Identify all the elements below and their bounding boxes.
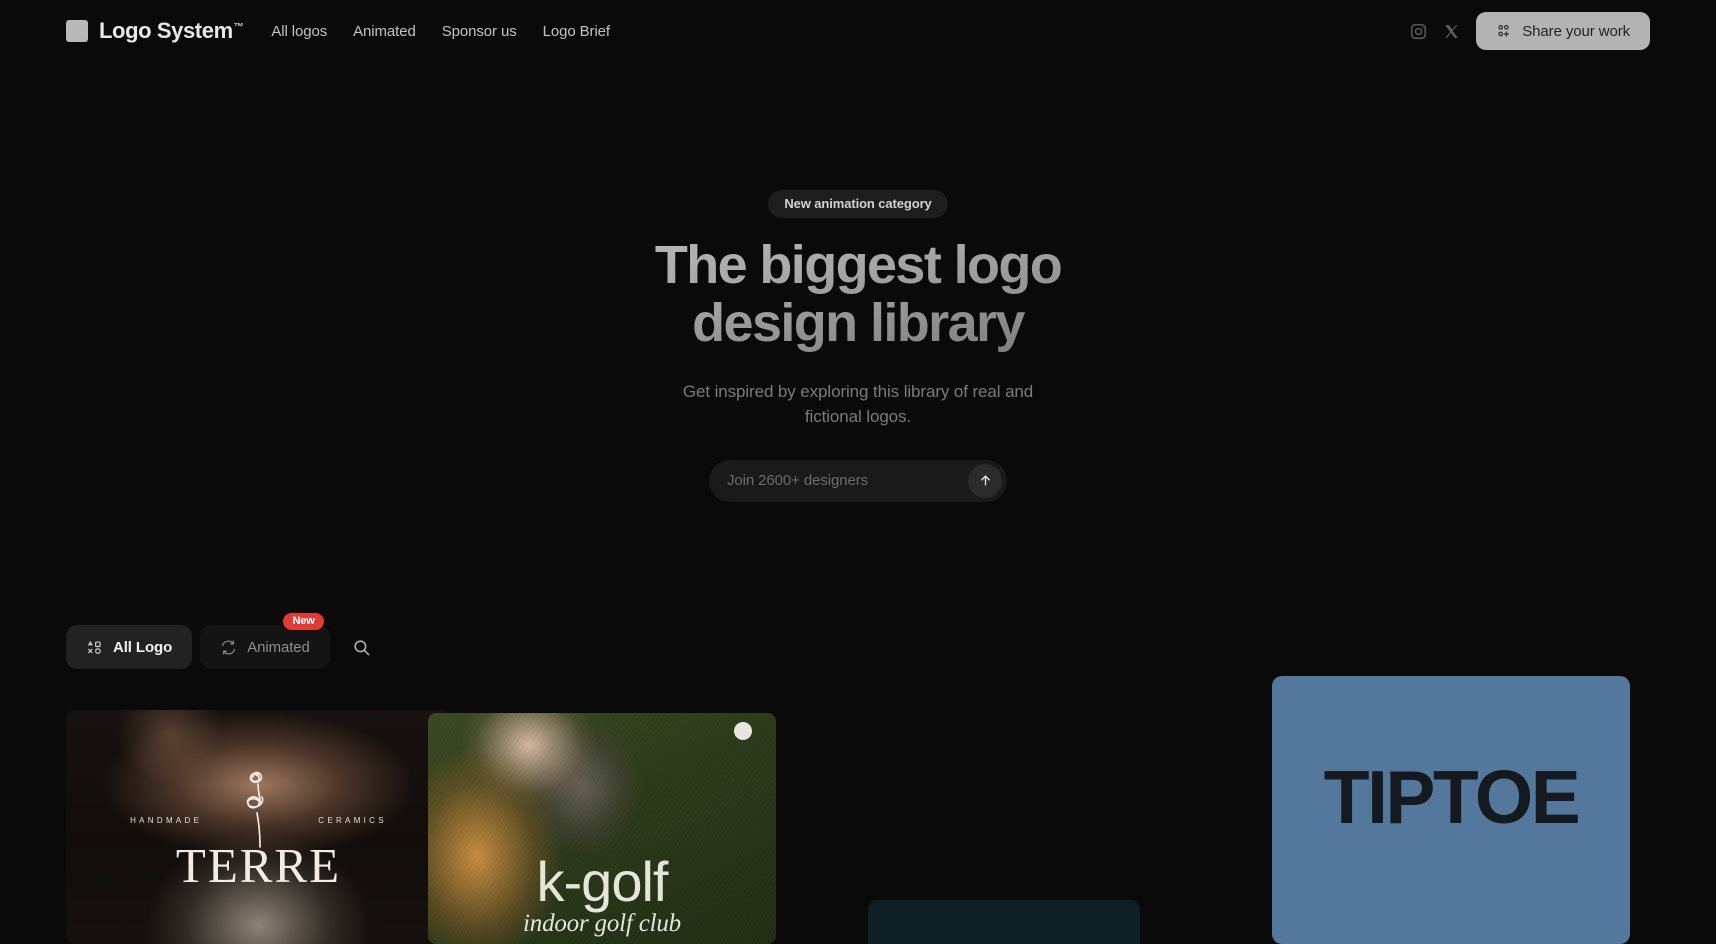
site-header: Logo System™ All logos Animated Sponsor …	[0, 0, 1716, 62]
subtitle-line-2: fictional logos.	[804, 407, 912, 427]
logo-card-kgolf[interactable]: k-golf indoor golf club	[428, 713, 776, 944]
page-root: Logo System™ All logos Animated Sponsor …	[0, 0, 1716, 944]
trademark-symbol: ™	[233, 21, 244, 33]
nav-item-logo-brief[interactable]: Logo Brief	[543, 23, 610, 40]
refresh-cycle-icon	[222, 639, 236, 655]
headline-line-2: design library	[692, 293, 1024, 354]
tiptoe-wordmark: TIPTOE	[1323, 755, 1581, 839]
share-button-label: Share your work	[1522, 22, 1630, 40]
search-icon	[354, 639, 370, 655]
logo-gallery: HANDMADE CERAMICS TERRE k-golf indoor go…	[0, 676, 1716, 944]
square-logo-mark-icon	[66, 20, 88, 42]
terre-tagline-right: CERAMICS	[318, 816, 387, 825]
logo-card-tiptoe[interactable]: TIPTOE	[1272, 676, 1630, 944]
nav-item-all-logos[interactable]: All logos	[271, 23, 327, 40]
kgolf-tagline: indoor golf club	[523, 910, 681, 937]
arrow-up-icon	[980, 475, 990, 486]
nav-item-sponsor-us[interactable]: Sponsor us	[442, 23, 517, 40]
terre-tagline: HANDMADE CERAMICS	[130, 816, 387, 825]
terre-tagline-left: HANDMADE	[130, 816, 203, 825]
filter-bar: All Logo Animated New	[66, 613, 382, 669]
logo-card-terre[interactable]: HANDMADE CERAMICS TERRE	[66, 710, 451, 944]
hero-announcement-pill[interactable]: New animation category	[768, 190, 948, 218]
new-badge: New	[283, 613, 324, 630]
brand-name: Logo System™	[99, 18, 244, 44]
brand-logo[interactable]: Logo System™	[66, 18, 244, 44]
terre-logo-overlay: HANDMADE CERAMICS TERRE	[66, 710, 451, 944]
search-button[interactable]	[342, 627, 382, 667]
brand-name-text: Logo System	[99, 18, 233, 43]
newsletter-signup-form	[709, 459, 1007, 502]
primary-nav: All logos Animated Sponsor us Logo Brief	[271, 23, 610, 40]
filter-tab-animated[interactable]: Animated New	[200, 613, 330, 669]
hero-subtitle: Get inspired by exploring this library o…	[0, 379, 1716, 430]
headline-line-1: The biggest logo	[654, 235, 1062, 295]
filter-tab-all-logo-label: All Logo	[113, 638, 173, 656]
x-twitter-icon	[1445, 24, 1459, 38]
kgolf-wordmark: k-golf	[536, 849, 669, 913]
kgolf-logo-overlay: k-golf indoor golf club	[428, 849, 776, 938]
subtitle-line-1: Get inspired by exploring this library o…	[682, 381, 1034, 401]
newsletter-submit-button[interactable]	[968, 463, 1002, 498]
golf-ball-icon	[734, 722, 752, 740]
share-your-work-button[interactable]: Share your work	[1476, 12, 1650, 50]
page-title: The biggest logo design library	[0, 236, 1716, 353]
user-plus-icon	[1498, 25, 1510, 37]
x-twitter-link[interactable]	[1443, 23, 1460, 40]
instagram-link[interactable]	[1410, 23, 1427, 40]
filter-tab-animated-label: Animated	[247, 638, 310, 656]
shapes-grid-icon	[87, 640, 101, 654]
logo-card-teal[interactable]	[868, 900, 1140, 944]
header-actions: Share your work	[1410, 12, 1650, 50]
nav-item-animated[interactable]: Animated	[353, 23, 416, 40]
instagram-icon	[1411, 23, 1427, 39]
terre-wordmark: TERRE	[175, 838, 342, 893]
filter-tab-all-logo[interactable]: All Logo	[66, 625, 193, 669]
newsletter-email-input[interactable]	[727, 472, 968, 490]
hero-section: New animation category The biggest logo …	[0, 190, 1716, 502]
